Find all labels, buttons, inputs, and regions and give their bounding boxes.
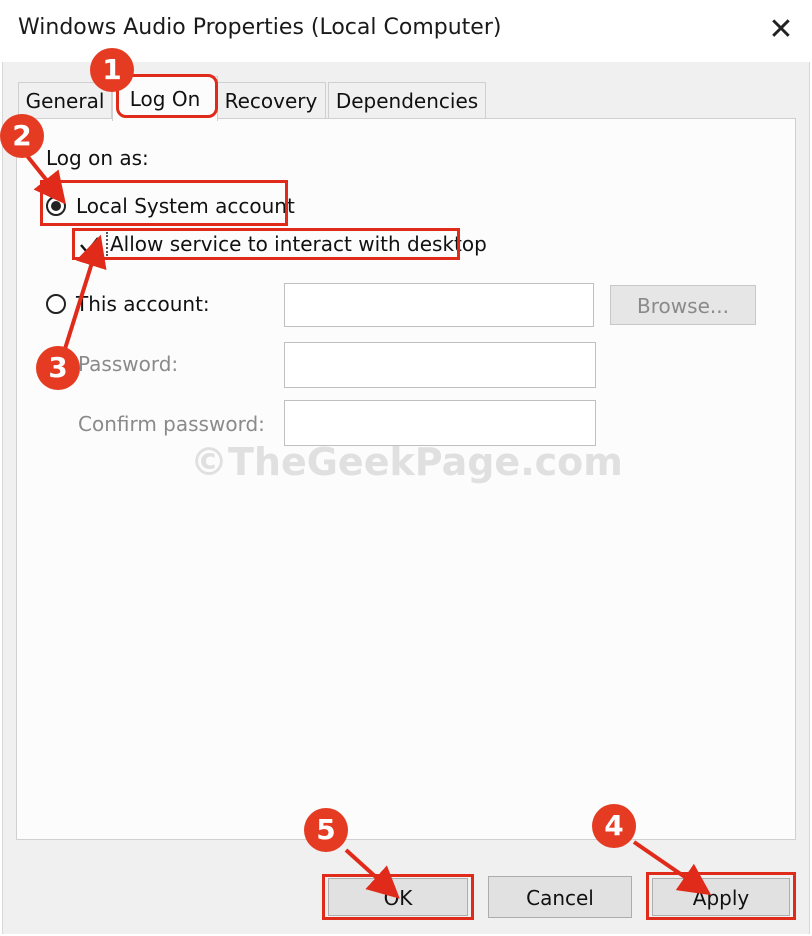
- this-account-label[interactable]: This account:: [76, 292, 210, 316]
- browse-button[interactable]: Browse...: [610, 285, 756, 325]
- confirm-password-label: Confirm password:: [78, 412, 265, 436]
- highlight-local-system: [40, 180, 288, 226]
- highlight-log-on-tab: [116, 74, 218, 118]
- step-badge-5: 5: [304, 808, 348, 852]
- step-badge-1: 1: [90, 48, 134, 92]
- highlight-interact-desktop: [72, 228, 460, 260]
- step-badge-3: 3: [36, 346, 80, 390]
- close-icon[interactable]: ✕: [766, 10, 796, 50]
- tab-dependencies[interactable]: Dependencies: [328, 82, 486, 119]
- tab-recovery[interactable]: Recovery: [216, 82, 326, 119]
- password-field[interactable]: [284, 342, 596, 388]
- log-on-as-heading: Log on as:: [46, 146, 149, 170]
- step-badge-2: 2: [0, 114, 44, 158]
- this-account-field[interactable]: [284, 283, 594, 327]
- this-account-radio[interactable]: [46, 294, 66, 314]
- highlight-apply-button: [646, 872, 796, 920]
- window-title: Windows Audio Properties (Local Computer…: [18, 15, 502, 40]
- step-badge-4: 4: [592, 804, 636, 848]
- watermark: ©TheGeekPage.com: [190, 440, 623, 484]
- cancel-button[interactable]: Cancel: [488, 876, 632, 918]
- highlight-ok-button: [322, 874, 474, 920]
- password-label: Password:: [78, 352, 179, 376]
